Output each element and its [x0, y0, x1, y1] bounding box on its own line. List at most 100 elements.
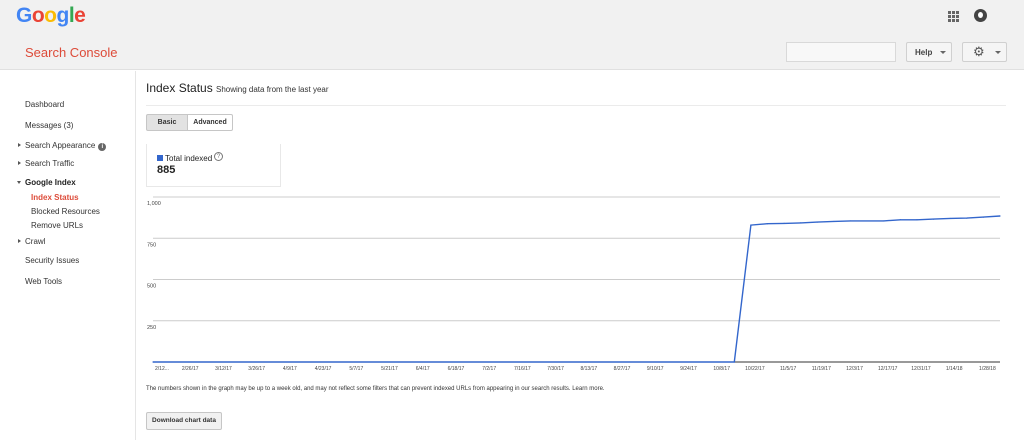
x-tick-label: 7/30/17 [547, 366, 564, 372]
x-tick-label: 11/19/17 [812, 366, 831, 372]
x-tick-label: 9/10/17 [647, 366, 664, 372]
expand-arrow-icon[interactable] [18, 239, 21, 243]
data-point [152, 361, 154, 363]
x-tick-label: 10/22/17 [745, 366, 765, 372]
divider [146, 105, 1006, 106]
sidebar-item-messages[interactable]: Messages (3) [25, 121, 73, 130]
x-tick-label: 1/14/18 [946, 366, 963, 372]
x-tick-label: 6/18/17 [448, 366, 465, 372]
gear-icon: ⚙ [973, 44, 985, 59]
sidebar-item-dashboard[interactable]: Dashboard [25, 100, 64, 109]
sidebar-item-label: Security Issues [25, 256, 80, 265]
legend-swatch [157, 155, 163, 161]
metric-label: Total indexed [165, 154, 213, 163]
x-tick-label: 7/2/17 [482, 366, 496, 372]
x-tick-label: 6/4/17 [416, 366, 430, 372]
info-icon[interactable]: i [98, 143, 107, 151]
sidebar-item-search-appearance[interactable]: Search Appearance i [25, 141, 107, 151]
logo-letter: o [31, 4, 45, 27]
sidebar-item-label: Messages (3) [25, 121, 74, 130]
metric-value: 885 [157, 164, 176, 176]
search-input[interactable] [786, 42, 896, 62]
tab-basic[interactable]: Basic [146, 114, 188, 131]
data-point [949, 217, 951, 220]
help-button-label: Help [915, 48, 933, 57]
sidebar: Dashboard Messages (3) Search Appearance… [0, 71, 136, 440]
x-tick-label: 3/26/17 [248, 366, 265, 372]
logo-letter: G [16, 4, 32, 27]
index-status-chart: 1,000 750 500 250 2/12... 2/26/17 3/12/17 3/26/… [147, 196, 1001, 372]
data-point [849, 220, 852, 222]
x-tick-label: 12/31/17 [911, 366, 931, 372]
data-point [916, 219, 918, 221]
sidebar-item-label: Dashboard [25, 100, 65, 109]
sidebar-item-web-tools[interactable]: Web Tools [25, 277, 62, 286]
x-tick-label: 4/23/17 [315, 366, 332, 372]
page-title: Index Status [146, 81, 213, 95]
sidebar-item-label: Search Appearance [25, 141, 96, 150]
sidebar-item-label: Remove URLs [31, 221, 84, 230]
x-tick-label: 3/12/17 [215, 366, 232, 372]
chart-footnote: The numbers shown in the graph may be up… [146, 386, 605, 392]
x-tick-label: 11/5/17 [780, 366, 797, 372]
y-tick-label: 250 [147, 325, 156, 331]
expand-arrow-icon[interactable] [18, 161, 21, 165]
x-tick-label: 7/16/17 [514, 366, 531, 372]
collapse-arrow-icon[interactable] [17, 181, 21, 184]
x-tick-label: 2/12... [155, 366, 169, 372]
data-point [800, 222, 802, 224]
chevron-down-icon [940, 51, 946, 54]
page-subtitle: Showing data from the last year [216, 85, 329, 94]
sidebar-item-blocked-resources[interactable]: Blocked Resources [31, 207, 100, 216]
data-point [899, 219, 901, 221]
x-tick-label: 8/13/17 [580, 366, 597, 372]
sidebar-item-label: Search Traffic [25, 159, 75, 168]
tab-advanced[interactable]: Advanced [188, 114, 233, 131]
x-tick-label: 9/24/17 [680, 366, 697, 372]
help-icon[interactable]: ? [214, 152, 223, 161]
x-tick-label: 1/28/18 [979, 366, 996, 372]
x-tick-label: 10/8/17 [713, 366, 730, 372]
x-tick-label: 4/9/17 [283, 366, 297, 372]
data-point [982, 216, 984, 218]
download-chart-data-button[interactable]: Download chart data [146, 412, 222, 430]
logo-letter: g [56, 4, 70, 27]
sidebar-item-remove-urls[interactable]: Remove URLs [31, 221, 83, 230]
data-point [932, 218, 935, 220]
sidebar-item-crawl[interactable]: Crawl [25, 237, 45, 246]
x-tick-label: 5/7/17 [349, 366, 363, 372]
sidebar-item-google-index[interactable]: Google Index [25, 178, 76, 187]
sidebar-item-label: Crawl [25, 237, 46, 246]
y-tick-label: 500 [147, 284, 156, 290]
data-point [966, 217, 968, 219]
data-point [783, 222, 785, 224]
data-point [750, 224, 752, 226]
sidebar-item-search-traffic[interactable]: Search Traffic [25, 159, 74, 168]
google-logo[interactable]: Google [16, 4, 86, 28]
sidebar-item-label: Index Status [31, 193, 79, 202]
data-point [883, 220, 885, 222]
top-bar: Google [0, 0, 1024, 34]
x-tick-label: 5/21/17 [381, 366, 398, 372]
sidebar-item-label: Google Index [25, 178, 76, 187]
settings-button[interactable]: ⚙ [962, 42, 1007, 62]
chevron-down-icon [995, 51, 1001, 54]
data-point [833, 220, 835, 223]
x-tick-label: 8/27/17 [614, 366, 631, 372]
data-point [733, 361, 735, 363]
help-button[interactable]: Help [906, 42, 952, 62]
y-tick-label: 1,000 [147, 201, 161, 207]
sidebar-item-index-status[interactable]: Index Status [31, 193, 79, 202]
app-header: Search Console Help ⚙ [0, 34, 1024, 70]
product-title[interactable]: Search Console [25, 45, 118, 60]
y-tick-label: 750 [147, 242, 156, 248]
x-tick-label: 12/17/17 [878, 366, 898, 372]
expand-arrow-icon[interactable] [18, 143, 21, 147]
logo-letter: o [44, 4, 57, 27]
data-point [816, 221, 818, 223]
sidebar-item-label: Web Tools [25, 277, 63, 286]
logo-letter: e [74, 4, 86, 27]
apps-grid-icon[interactable] [948, 11, 959, 22]
account-icon[interactable] [974, 9, 987, 22]
sidebar-item-security-issues[interactable]: Security Issues [25, 256, 79, 265]
